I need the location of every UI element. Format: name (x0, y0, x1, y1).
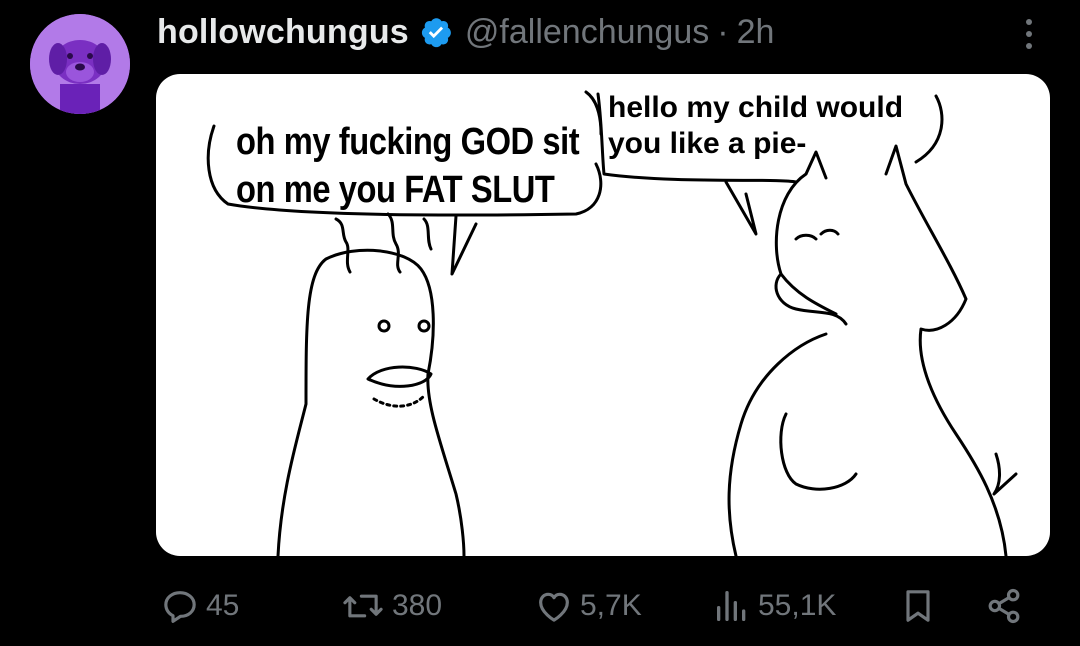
right-character (774, 144, 1008, 556)
repost-count: 380 (392, 589, 443, 622)
bookmark-icon (898, 586, 938, 626)
avatar[interactable] (30, 14, 130, 114)
right-bubble-text: hello my child would you like a pie- (608, 91, 904, 160)
bookmark-button[interactable] (898, 584, 938, 628)
dog-avatar-image (30, 14, 130, 114)
repost-button[interactable]: 380 (340, 584, 442, 628)
left-character (276, 248, 466, 556)
views-count: 55,1K (758, 589, 837, 622)
share-icon (984, 586, 1024, 626)
post-header: hollowchungus @fallenchungus · 2h (157, 10, 774, 54)
reply-icon (160, 586, 200, 626)
action-bar: 45 380 5,7K 55,1K (0, 584, 1080, 628)
display-name[interactable]: hollowchungus (157, 13, 409, 52)
post-timestamp[interactable]: 2h (737, 13, 775, 52)
verified-badge-icon[interactable] (419, 15, 453, 49)
share-button[interactable] (984, 584, 1024, 628)
like-icon (534, 586, 574, 626)
repost-icon (340, 586, 386, 626)
left-bubble-text: oh my fucking GOD sit on me you FAT SLUT (236, 121, 580, 211)
views-button[interactable]: 55,1K (712, 584, 836, 628)
more-icon[interactable] (1014, 14, 1044, 54)
reply-button[interactable]: 45 (160, 584, 239, 628)
separator-dot: · (717, 12, 729, 51)
reply-count: 45 (206, 589, 240, 622)
views-icon (712, 586, 752, 626)
like-button[interactable]: 5,7K (534, 584, 642, 628)
user-handle[interactable]: @fallenchungus (465, 13, 709, 52)
like-count: 5,7K (580, 589, 642, 622)
post-media-image[interactable]: oh my fucking GOD sit on me you FAT SLUT… (156, 74, 1050, 556)
